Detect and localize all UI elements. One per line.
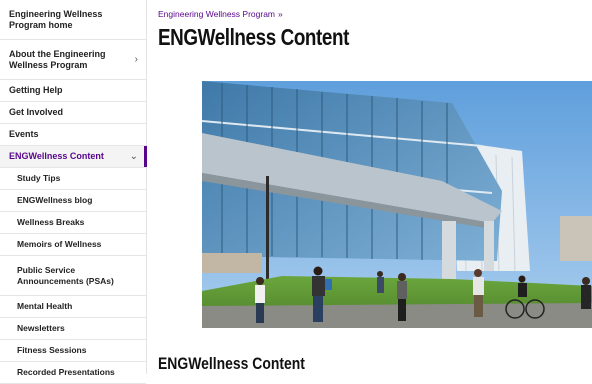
sidebar-item-about[interactable]: About the Engineering Wellness Program ›	[0, 40, 146, 80]
sidebar-item-label: About the Engineering Wellness Program	[9, 48, 106, 70]
sidebar-subitem-label: Mental Health	[17, 301, 73, 311]
sidebar-subitem-blog[interactable]: ENGWellness blog	[0, 190, 146, 212]
sidebar-item-getting-help[interactable]: Getting Help	[0, 80, 146, 102]
sidebar-subitem-label: Public Service Announcements (PSAs)	[17, 264, 114, 286]
breadcrumb: Engineering Wellness Program»	[158, 9, 283, 19]
sidebar-subitem-study-tips[interactable]: Study Tips	[0, 168, 146, 190]
sidebar-subitem-memoirs[interactable]: Memoirs of Wellness	[0, 234, 146, 256]
sidebar-subitem-label: Wellness Breaks	[17, 217, 85, 227]
sidebar-subitem-mental-health[interactable]: Mental Health	[0, 296, 146, 318]
sidebar-item-label: ENGWellness Content	[9, 151, 104, 161]
breadcrumb-link[interactable]: Engineering Wellness Program	[158, 9, 275, 19]
sidebar-subitem-fitness-sessions[interactable]: Fitness Sessions	[0, 340, 146, 362]
sidebar-item-label: Events	[9, 129, 39, 139]
sidebar-subitem-recorded-presentations[interactable]: Recorded Presentations	[0, 362, 146, 384]
sidebar-subitem-wellness-breaks[interactable]: Wellness Breaks	[0, 212, 146, 234]
sidebar-subitem-label: Study Tips	[17, 173, 61, 183]
breadcrumb-separator: »	[278, 9, 283, 19]
page-title: ENGWellness Content	[158, 24, 349, 50]
sidebar-subitem-psas[interactable]: Public Service Announcements (PSAs)	[0, 256, 146, 296]
sidebar-subitem-label: Recorded Presentations	[17, 367, 115, 377]
chevron-right-icon[interactable]: ›	[135, 54, 138, 65]
sidebar-item-label: Get Involved	[9, 107, 64, 117]
sidebar-item-label: Engineering Wellness Program home	[9, 8, 103, 30]
sidebar-item-events[interactable]: Events	[0, 124, 146, 146]
sidebar-item-program-home[interactable]: Engineering Wellness Program home	[0, 0, 146, 40]
sidebar-subitem-label: ENGWellness blog	[17, 195, 93, 205]
sidebar-subitem-label: Fitness Sessions	[17, 345, 87, 355]
section-title: ENGWellness Content	[158, 354, 305, 373]
sidebar-item-label: Getting Help	[9, 85, 63, 95]
campus-building-photo	[202, 81, 592, 328]
sidebar-item-get-involved[interactable]: Get Involved	[0, 102, 146, 124]
hero-image	[202, 81, 592, 328]
sidebar-subitem-newsletters[interactable]: Newsletters	[0, 318, 146, 340]
main-content: Engineering Wellness Program» ENGWellnes…	[158, 0, 592, 374]
sidebar-item-engwellness-content[interactable]: ENGWellness Content ⌄	[0, 146, 147, 168]
sidebar-subitem-label: Newsletters	[17, 323, 65, 333]
sidebar-subitem-label: Memoirs of Wellness	[17, 239, 102, 249]
chevron-down-icon[interactable]: ⌄	[130, 151, 138, 162]
sidebar-nav: Engineering Wellness Program home About …	[0, 0, 147, 384]
